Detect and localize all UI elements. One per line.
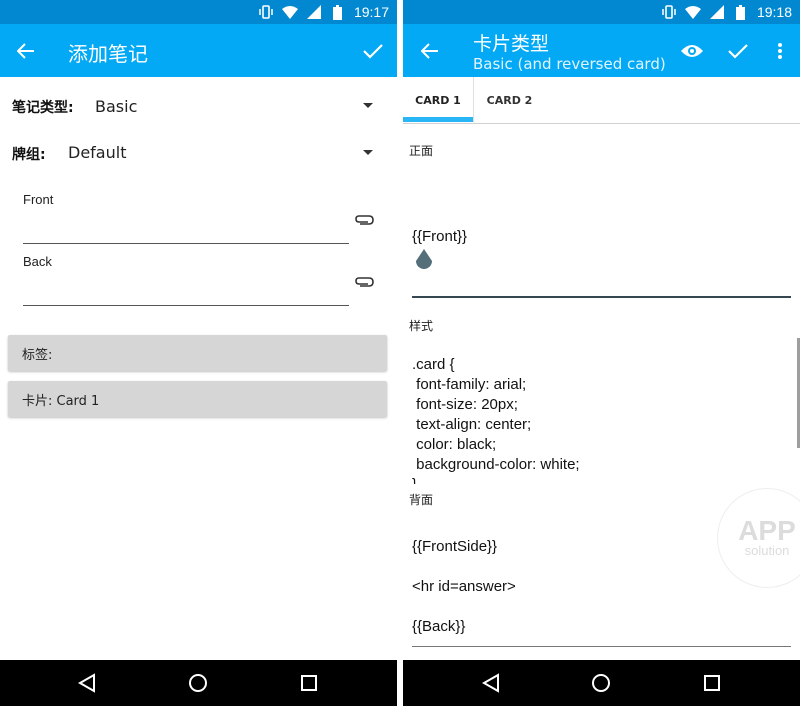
deck-label: 牌组:: [12, 147, 46, 163]
card-type-screen: 19:18 卡片类型 Basic (and reversed card) CAR…: [403, 0, 800, 706]
app-solution-watermark: APP solution: [717, 488, 800, 588]
wifi-icon: [281, 4, 298, 20]
back-button[interactable]: [416, 37, 444, 65]
more-vert-icon: [778, 43, 782, 59]
front-template-label: 正面: [409, 144, 434, 158]
nav-back-button[interactable]: [479, 671, 503, 695]
back-arrow-icon: [421, 43, 438, 59]
battery-icon: [330, 4, 346, 20]
cards-button[interactable]: 卡片: Card 1: [8, 381, 387, 417]
text-cursor-handle[interactable]: [414, 249, 434, 271]
back-field-underline: [23, 305, 349, 306]
front-field-input[interactable]: [23, 212, 349, 242]
home-circle-icon: [592, 674, 610, 692]
back-triangle-icon: [78, 673, 95, 693]
signal-icon: [306, 4, 322, 20]
back-template-underline: [412, 646, 791, 647]
tab-card-2[interactable]: CARD 2: [473, 77, 545, 124]
styling-editor[interactable]: .card { font-family: arial; font-size: 2…: [412, 355, 580, 484]
deck-select[interactable]: Default: [68, 143, 126, 162]
status-bar: 19:18: [403, 0, 800, 24]
attachment-icon[interactable]: [354, 212, 374, 228]
nav-home-button[interactable]: [589, 671, 613, 695]
status-time: 19:17: [353, 4, 389, 20]
front-field-label: Front: [23, 192, 54, 207]
home-circle-icon: [189, 674, 207, 692]
back-button[interactable]: [12, 37, 40, 65]
navigation-bar: [403, 660, 800, 706]
back-arrow-icon: [17, 43, 34, 59]
app-bar: 添加笔记: [0, 24, 397, 77]
wifi-icon: [684, 4, 701, 20]
tags-button[interactable]: 标签:: [8, 335, 387, 371]
check-icon: [363, 44, 383, 59]
back-triangle-icon: [482, 673, 499, 693]
back-field-input[interactable]: [23, 274, 349, 304]
add-note-screen: 19:17 添加笔记 笔记类型: Basic 牌组: Default Front…: [0, 0, 397, 706]
battery-icon: [733, 4, 749, 20]
back-template-line-3[interactable]: {{Back}}: [412, 617, 465, 637]
recents-square-icon: [704, 675, 720, 691]
recents-square-icon: [301, 675, 317, 691]
front-template-underline: [412, 296, 791, 298]
more-options-button[interactable]: [765, 36, 795, 66]
navigation-bar: [0, 660, 397, 706]
nav-recents-button[interactable]: [297, 671, 321, 695]
deck-dropdown-icon[interactable]: [363, 150, 373, 155]
attachment-icon[interactable]: [354, 274, 374, 290]
signal-icon: [709, 4, 725, 20]
status-bar: 19:17: [0, 0, 397, 24]
eye-icon: [681, 45, 703, 57]
save-button[interactable]: [358, 36, 388, 66]
styling-label: 样式: [409, 319, 434, 333]
note-type-dropdown-icon[interactable]: [363, 103, 373, 108]
back-template-line-2[interactable]: <hr id=answer>: [412, 577, 516, 597]
check-icon: [728, 44, 748, 59]
styling-editor-viewport: .card { font-family: arial; font-size: 2…: [403, 350, 800, 484]
front-template-editor[interactable]: {{Front}}: [412, 227, 467, 247]
tab-selected-indicator: [403, 117, 473, 122]
back-template-line-1[interactable]: {{FrontSide}}: [412, 537, 497, 557]
vibrate-icon: [661, 4, 677, 20]
preview-button[interactable]: [677, 36, 707, 66]
front-field-underline: [23, 243, 349, 244]
page-subtitle: Basic (and reversed card): [473, 55, 666, 73]
page-title: 添加笔记: [68, 42, 148, 66]
back-field-label: Back: [23, 254, 52, 269]
save-button[interactable]: [723, 36, 753, 66]
vibrate-icon: [258, 4, 274, 20]
watermark-line-2: solution: [744, 543, 790, 558]
nav-home-button[interactable]: [186, 671, 210, 695]
back-template-label: 背面: [409, 493, 434, 507]
app-bar: 卡片类型 Basic (and reversed card): [403, 24, 800, 77]
status-time: 19:18: [756, 4, 792, 20]
watermark-line-1: APP: [738, 515, 796, 546]
nav-recents-button[interactable]: [700, 671, 724, 695]
page-title: 卡片类型: [473, 33, 550, 55]
note-type-select[interactable]: Basic: [95, 97, 137, 116]
nav-back-button[interactable]: [75, 671, 99, 695]
note-type-label: 笔记类型:: [12, 100, 74, 116]
